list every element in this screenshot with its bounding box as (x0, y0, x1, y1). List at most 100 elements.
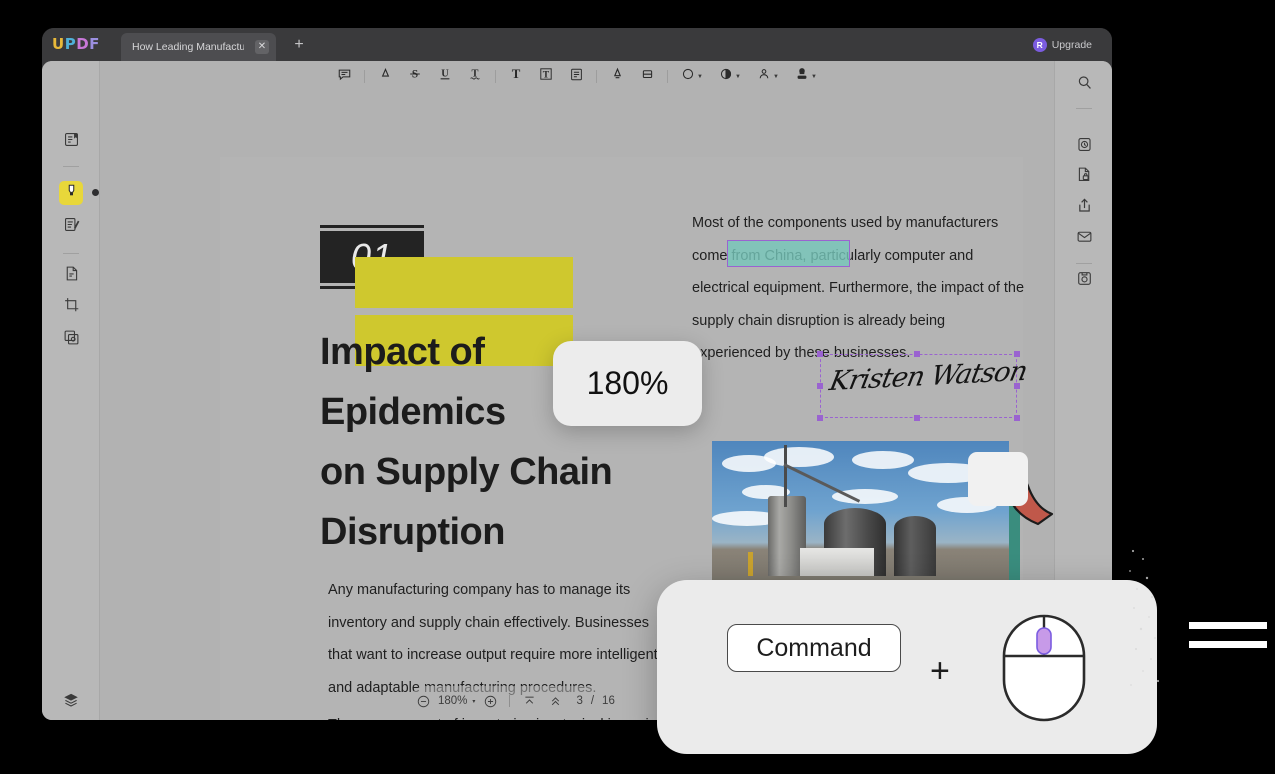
tool-text-callout[interactable] (561, 65, 591, 89)
circle-shape-icon (681, 67, 695, 86)
zoom-page-toolbar: 180% ▾ 3 / 16 (410, 686, 660, 716)
resize-handle-sw[interactable] (817, 415, 823, 421)
page-separator: / (590, 695, 595, 707)
left-paragraph-1: Any manufacturing company has to manage … (328, 582, 658, 696)
current-page-number[interactable]: 3 (576, 695, 582, 707)
tool-text-field[interactable]: T (531, 65, 561, 89)
resize-handle-n[interactable] (914, 351, 920, 357)
upgrade-button[interactable]: R Upgrade (1029, 35, 1100, 54)
crop-icon (63, 296, 80, 318)
headline-line-1: Impact of (320, 331, 485, 373)
edge-decoration-bar-1 (1189, 622, 1267, 629)
screenshot-root: UPDF How Leading Manufacture ✕ + R Upgra… (0, 0, 1275, 774)
tool-shape-circle[interactable]: ▼ (673, 65, 711, 89)
close-icon[interactable]: ✕ (255, 40, 269, 54)
resize-handle-e[interactable] (1014, 383, 1020, 389)
total-page-count: 16 (602, 695, 615, 707)
chevron-down-icon[interactable]: ▾ (472, 698, 475, 705)
sidebar-item-search[interactable] (1072, 73, 1096, 97)
sidebar-item-convert-page[interactable] (59, 264, 83, 288)
zoom-out-button[interactable] (410, 688, 436, 714)
tool-stamp[interactable]: ▼ (787, 65, 825, 89)
toolbar-divider-1 (364, 70, 365, 83)
squiggly-underline-icon: T (467, 66, 483, 87)
first-page-button[interactable] (516, 688, 542, 714)
tool-pen-draw[interactable] (602, 65, 632, 89)
right-divider-1 (1076, 108, 1092, 109)
svg-text:T: T (512, 67, 521, 81)
tool-strikethrough[interactable]: S (400, 65, 430, 89)
right-divider-2 (1076, 263, 1092, 264)
resize-handle-ne[interactable] (1014, 351, 1020, 357)
text-box-icon: T (538, 66, 554, 87)
sidebar-item-share[interactable] (1072, 196, 1096, 220)
resize-handle-w[interactable] (817, 383, 823, 389)
chevron-down-icon[interactable]: ▼ (735, 74, 741, 80)
tool-text-box[interactable]: T (501, 65, 531, 89)
zoom-level-select[interactable]: 180% ▾ (438, 695, 475, 707)
title-bar: UPDF How Leading Manufacture ✕ + R Upgra… (42, 28, 1112, 61)
signature-annotation[interactable]: Kristen Watson (817, 351, 1029, 421)
logo-letter-p: P (64, 35, 77, 53)
tool-eraser[interactable] (632, 65, 662, 89)
tool-stamp-person[interactable]: ▼ (749, 65, 787, 89)
highlighter-icon (64, 183, 79, 203)
resize-handle-s[interactable] (914, 415, 920, 421)
chevron-down-icon[interactable]: ▼ (811, 74, 817, 80)
highlight-pen-icon (378, 67, 393, 87)
document-tab[interactable]: How Leading Manufacture ✕ (121, 33, 276, 61)
sidebar-item-organize-pages[interactable] (59, 328, 83, 352)
chevron-down-icon[interactable]: ▼ (773, 74, 779, 80)
tool-squiggly-underline[interactable]: T (460, 65, 490, 89)
sidebar-item-recent-history[interactable] (1072, 135, 1096, 159)
tool-shape-partial[interactable]: ▼ (711, 65, 749, 89)
headline-line-3: on Supply Chain (320, 451, 613, 493)
headline-line-2: Epidemics (320, 391, 506, 433)
red-arrow-annotation[interactable] (968, 452, 1054, 530)
resize-handle-se[interactable] (1014, 415, 1020, 421)
page-convert-icon (63, 265, 80, 287)
eraser-icon (640, 67, 655, 87)
updf-logo: UPDF (52, 35, 100, 53)
shortcut-plus-sign: + (930, 652, 950, 690)
sidebar-collapse-handle[interactable] (92, 189, 99, 196)
text-callout-icon (569, 67, 584, 87)
search-icon (1076, 74, 1093, 96)
mouse-scroll-icon (1000, 612, 1088, 724)
upgrade-label: Upgrade (1051, 38, 1092, 51)
arrow-backdrop (968, 452, 1028, 506)
tool-sticky-note[interactable] (329, 65, 359, 89)
text-t-icon: T (508, 66, 524, 87)
resize-handle-nw[interactable] (817, 351, 823, 357)
zoom-level-value: 180% (438, 695, 468, 707)
document-tab-title: How Leading Manufacture (132, 41, 244, 53)
text-highlight-annotation[interactable] (727, 240, 850, 267)
sidebar-item-reader-view[interactable] (59, 130, 83, 154)
sidebar-item-protect-document[interactable] (1072, 165, 1096, 189)
sidebar-item-save[interactable] (1072, 269, 1096, 293)
sidebar-item-highlight-tool[interactable] (59, 181, 83, 205)
new-tab-button[interactable]: + (290, 37, 308, 53)
annotation-toolbar: S U T T T ▼ ▼ ▼ ▼ (100, 61, 1054, 92)
share-upload-icon (1076, 197, 1093, 219)
command-key-label: Command (756, 633, 872, 662)
page-indicator[interactable]: 3 / 16 (576, 695, 614, 707)
logo-letter-u: U (52, 35, 65, 53)
tool-highlight[interactable] (370, 65, 400, 89)
envelope-icon (1076, 228, 1093, 250)
speckle-decoration (1125, 545, 1180, 690)
sidebar-item-crop-page[interactable] (59, 295, 83, 319)
sidebar-item-email[interactable] (1072, 227, 1096, 251)
chevron-down-icon[interactable]: ▼ (697, 74, 703, 80)
tool-underline[interactable]: U (430, 65, 460, 89)
curved-arrow-icon (968, 454, 1054, 534)
left-sidebar (42, 61, 100, 720)
prev-page-button[interactable] (542, 688, 568, 714)
sidebar-divider-2 (63, 253, 79, 254)
save-disk-icon (1076, 270, 1093, 292)
half-circle-icon (719, 67, 733, 86)
zoom-in-button[interactable] (477, 688, 503, 714)
note-comment-icon (337, 67, 352, 87)
sidebar-item-layers[interactable] (59, 690, 83, 714)
sidebar-item-edit-annotate[interactable] (59, 215, 83, 239)
